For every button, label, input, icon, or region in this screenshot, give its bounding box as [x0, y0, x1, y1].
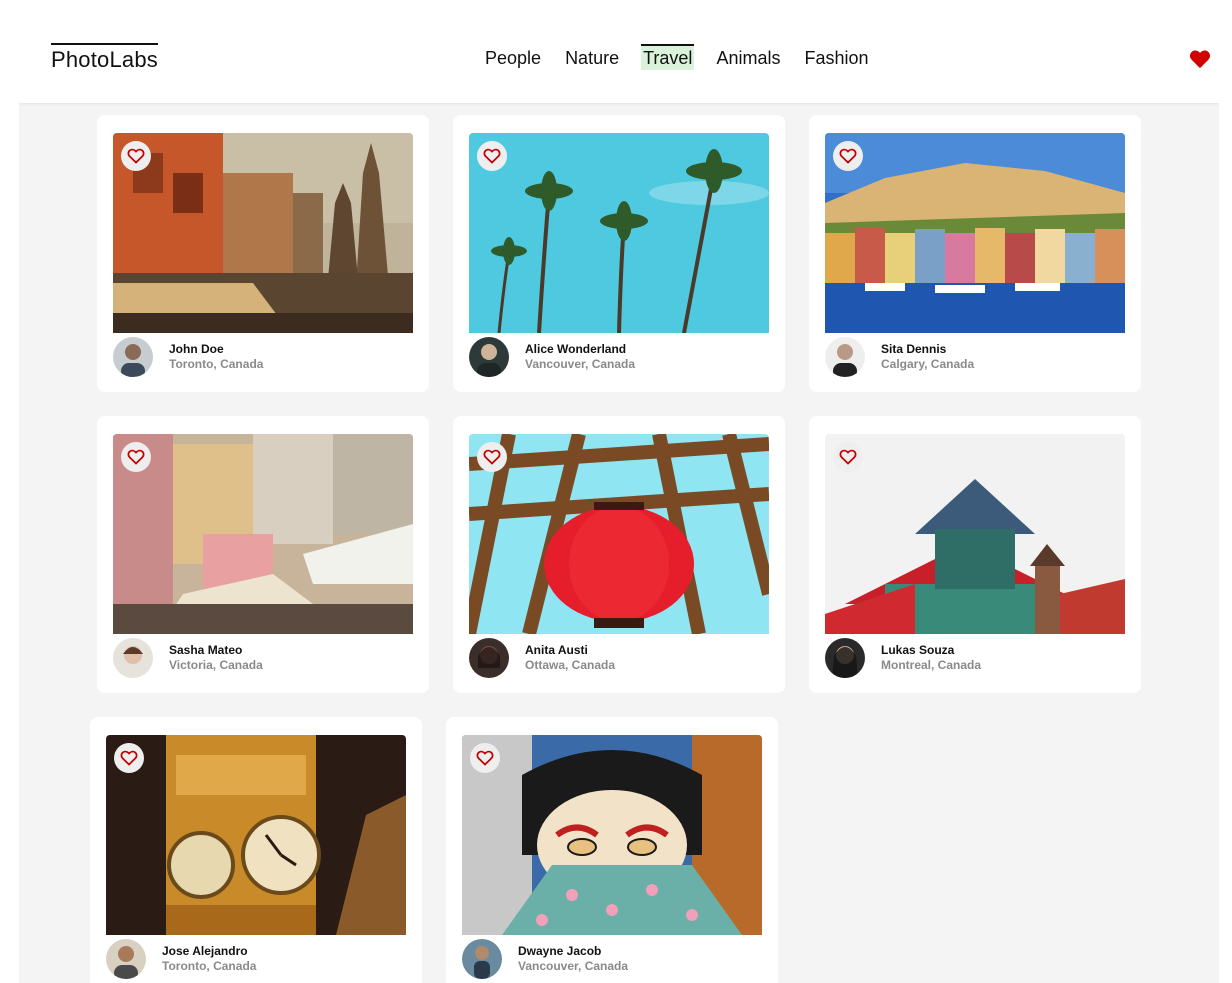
photo-image[interactable]	[113, 133, 413, 333]
photo-card[interactable]: Anita Austi Ottawa, Canada	[453, 416, 785, 693]
photographer-name: Alice Wonderland	[525, 342, 627, 356]
topic-people[interactable]: People	[485, 46, 541, 70]
avatar	[825, 337, 865, 377]
logo[interactable]: PhotoLabs	[51, 43, 158, 73]
top-navigation-bar: PhotoLabs People Nature Travel Animals F…	[19, 15, 1219, 103]
photographer-location: Montreal, Canada	[881, 658, 982, 672]
avatar	[825, 638, 865, 678]
photographer-location: Ottawa, Canada	[525, 658, 616, 672]
favorite-button[interactable]	[121, 442, 151, 472]
favorites-badge-heart-icon[interactable]	[1189, 49, 1211, 69]
photo-card[interactable]: Sasha Mateo Victoria, Canada	[97, 416, 429, 693]
favorite-button[interactable]	[121, 141, 151, 171]
photographer-name: John Doe	[169, 342, 224, 356]
topic-travel[interactable]: Travel	[641, 44, 695, 70]
avatar	[462, 939, 502, 979]
photo-image[interactable]	[106, 735, 406, 935]
favorite-button[interactable]	[833, 442, 863, 472]
avatar	[469, 638, 509, 678]
photographer-name: Dwayne Jacob	[518, 944, 602, 958]
photographer-name: Anita Austi	[525, 643, 588, 657]
favorite-button[interactable]	[114, 743, 144, 773]
topic-fashion[interactable]: Fashion	[804, 46, 868, 70]
photographer-location: Vancouver, Canada	[525, 357, 636, 371]
photo-image[interactable]	[825, 133, 1125, 333]
photo-image[interactable]	[469, 133, 769, 333]
photo-image[interactable]	[469, 434, 769, 634]
topic-nature[interactable]: Nature	[565, 46, 619, 70]
photographer-location: Calgary, Canada	[881, 357, 975, 371]
photographer-name: Sita Dennis	[881, 342, 947, 356]
photographer-name: Sasha Mateo	[169, 643, 243, 657]
photo-card[interactable]: Alice Wonderland Vancouver, Canada	[453, 115, 785, 392]
photo-card[interactable]: John Doe Toronto, Canada	[97, 115, 429, 392]
favorite-button[interactable]	[477, 442, 507, 472]
favorite-button[interactable]	[470, 743, 500, 773]
photo-card[interactable]: Dwayne Jacob Vancouver, Canada	[446, 717, 778, 983]
avatar	[469, 337, 509, 377]
favorite-button[interactable]	[477, 141, 507, 171]
photo-card[interactable]: Sita Dennis Calgary, Canada	[809, 115, 1141, 392]
avatar	[113, 638, 153, 678]
photographer-name: Lukas Souza	[881, 643, 955, 657]
photo-image[interactable]	[462, 735, 762, 935]
photo-card[interactable]: Lukas Souza Montreal, Canada	[809, 416, 1141, 693]
photolabs-app: PhotoLabs People Nature Travel Animals F…	[19, 15, 1219, 983]
photo-image[interactable]	[825, 434, 1125, 634]
photo-image[interactable]	[113, 434, 413, 634]
favorite-button[interactable]	[833, 141, 863, 171]
photographer-name: Jose Alejandro	[162, 944, 248, 958]
avatar	[113, 337, 153, 377]
photographer-location: Toronto, Canada	[169, 357, 264, 371]
avatar	[106, 939, 146, 979]
photo-card[interactable]: Jose Alejandro Toronto, Canada	[90, 717, 422, 983]
photographer-location: Toronto, Canada	[162, 959, 257, 973]
photographer-location: Victoria, Canada	[169, 658, 263, 672]
topic-animals[interactable]: Animals	[716, 46, 780, 70]
photographer-location: Vancouver, Canada	[518, 959, 629, 973]
topic-list: People Nature Travel Animals Fashion	[485, 44, 893, 70]
